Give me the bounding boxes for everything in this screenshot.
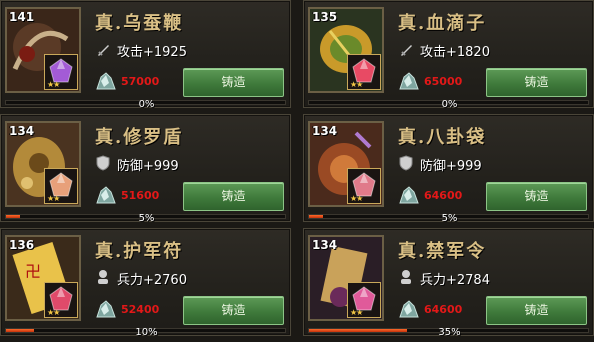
ore-icon xyxy=(399,72,419,90)
ore-icon xyxy=(96,72,116,90)
forge-cost: 51600 xyxy=(121,189,160,202)
forge-progress-text: 10% xyxy=(135,327,158,338)
item-level: 135 xyxy=(312,10,338,24)
forge-button[interactable]: 铸造 xyxy=(486,296,587,325)
shield-icon xyxy=(96,155,110,171)
forge-progress-text: 5% xyxy=(138,213,155,224)
item-stat: 兵力+2784 xyxy=(420,273,490,288)
forge-button[interactable]: 铸造 xyxy=(183,296,284,325)
sword-icon xyxy=(401,45,412,56)
item-level: 134 xyxy=(9,124,35,138)
gem-slot[interactable]: ★★ xyxy=(44,54,78,90)
gem-slot[interactable]: ★★ xyxy=(44,282,78,318)
forge-item-card: 134 ★★ 真.修罗盾 防御+999 51600 铸造 5% xyxy=(0,114,291,224)
forge-progress-text: 0% xyxy=(138,99,155,110)
item-portrait[interactable]: 卍 136 ★★ xyxy=(5,235,81,321)
equipment-forge-grid: 141 ★★ 真.乌蚕鞭 攻击+1925 57000 铸造 0% 135 ★★ … xyxy=(0,0,594,342)
sword-icon xyxy=(98,45,109,56)
item-title: 真.八卦袋 xyxy=(398,127,487,148)
forge-button[interactable]: 铸造 xyxy=(183,68,284,97)
item-portrait[interactable]: 134 ★★ xyxy=(308,121,384,207)
rating-stars: ★★ xyxy=(47,194,60,203)
item-stat: 攻击+1820 xyxy=(420,45,490,60)
rating-stars: ★★ xyxy=(350,194,363,203)
item-stat: 防御+999 xyxy=(117,159,179,174)
rating-stars: ★★ xyxy=(47,308,60,317)
forge-cost: 57000 xyxy=(121,75,160,88)
rating-stars: ★★ xyxy=(350,308,363,317)
item-title: 真.乌蚕鞭 xyxy=(95,13,184,34)
item-portrait[interactable]: 134 ★★ xyxy=(308,235,384,321)
rating-stars: ★★ xyxy=(47,80,60,89)
item-level: 134 xyxy=(312,124,338,138)
item-portrait[interactable]: 134 ★★ xyxy=(5,121,81,207)
item-stat: 兵力+2760 xyxy=(117,273,187,288)
shield-icon xyxy=(399,155,413,171)
forge-cost: 52400 xyxy=(121,303,160,316)
item-title: 真.禁军令 xyxy=(398,241,487,262)
forge-item-card: 135 ★★ 真.血滴子 攻击+1820 65000 铸造 0% xyxy=(303,0,594,110)
item-level: 136 xyxy=(9,238,35,252)
svg-text:卍: 卍 xyxy=(25,262,41,281)
soldier-icon xyxy=(401,270,411,284)
gem-slot[interactable]: ★★ xyxy=(347,54,381,90)
ore-icon xyxy=(96,186,116,204)
forge-progress-text: 35% xyxy=(438,327,461,338)
item-title: 真.血滴子 xyxy=(398,13,487,34)
forge-cost: 64600 xyxy=(424,303,463,316)
ore-icon xyxy=(399,186,419,204)
ore-icon xyxy=(96,300,116,318)
forge-item-card: 141 ★★ 真.乌蚕鞭 攻击+1925 57000 铸造 0% xyxy=(0,0,291,110)
forge-progress-text: 0% xyxy=(441,99,458,110)
forge-progress-text: 5% xyxy=(441,213,458,224)
forge-button[interactable]: 铸造 xyxy=(486,182,587,211)
item-portrait[interactable]: 141 ★★ xyxy=(5,7,81,93)
item-title: 真.护军符 xyxy=(95,241,184,262)
forge-item-card: 134 ★★ 真.八卦袋 防御+999 64600 铸造 5% xyxy=(303,114,594,224)
forge-button[interactable]: 铸造 xyxy=(183,182,284,211)
forge-button[interactable]: 铸造 xyxy=(486,68,587,97)
forge-cost: 65000 xyxy=(424,75,463,88)
forge-cost: 64600 xyxy=(424,189,463,202)
forge-item-card: 134 ★★ 真.禁军令 兵力+2784 64600 铸造 35% xyxy=(303,228,594,338)
item-level: 141 xyxy=(9,10,35,24)
item-title: 真.修罗盾 xyxy=(95,127,184,148)
gem-slot[interactable]: ★★ xyxy=(44,168,78,204)
forge-item-card: 卍 136 ★★ 真.护军符 兵力+2760 52400 铸造 10% xyxy=(0,228,291,338)
item-level: 134 xyxy=(312,238,338,252)
item-stat: 防御+999 xyxy=(420,159,482,174)
item-portrait[interactable]: 135 ★★ xyxy=(308,7,384,93)
gem-slot[interactable]: ★★ xyxy=(347,282,381,318)
soldier-icon xyxy=(98,270,108,284)
item-stat: 攻击+1925 xyxy=(117,45,187,60)
gem-slot[interactable]: ★★ xyxy=(347,168,381,204)
rating-stars: ★★ xyxy=(350,80,363,89)
ore-icon xyxy=(399,300,419,318)
